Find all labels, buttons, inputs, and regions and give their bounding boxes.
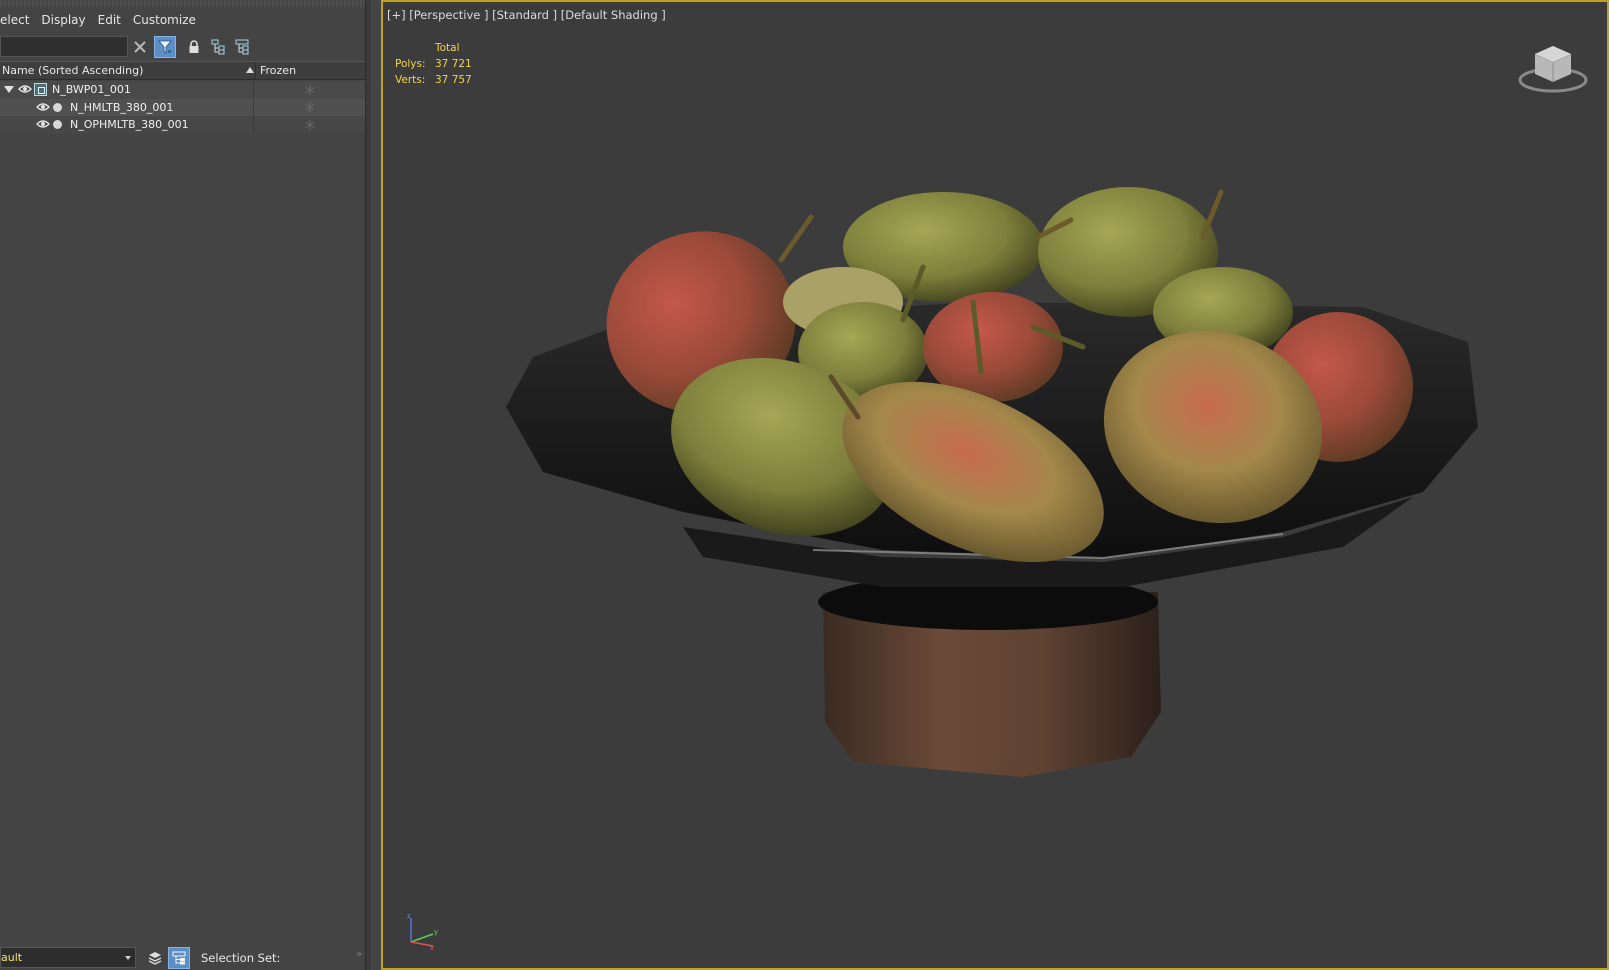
dependents-icon xyxy=(235,39,249,55)
perspective-viewport[interactable]: [+] [Perspective ] [Standard ] [Default … xyxy=(381,0,1609,970)
tree-item-label[interactable]: N_OPHMLTB_380_001 xyxy=(70,116,189,133)
snowflake-icon xyxy=(304,119,315,130)
pear-stem xyxy=(778,214,814,263)
frozen-toggle[interactable] xyxy=(253,98,365,116)
filter-button[interactable] xyxy=(154,36,176,58)
svg-text:y: y xyxy=(434,928,438,936)
polys-label: Polys: xyxy=(395,58,426,70)
tree-row-object[interactable]: N_HMLTB_380_001 xyxy=(0,98,371,116)
scene-statistics: Total Polys: 37 721 Verts: 37 757 xyxy=(395,40,472,88)
layers-icon xyxy=(148,952,162,965)
svg-text:z: z xyxy=(407,912,411,920)
group-icon xyxy=(34,83,47,96)
tree-item-label[interactable]: N_HMLTB_380_001 xyxy=(70,99,173,116)
snowflake-icon xyxy=(304,102,315,112)
viewport-label-menu[interactable]: [+] [Perspective ] [Standard ] [Default … xyxy=(387,8,666,22)
polys-value: 37 721 xyxy=(435,58,472,70)
chevron-down-icon xyxy=(125,956,131,960)
frozen-toggle[interactable] xyxy=(253,81,365,98)
search-input[interactable] xyxy=(0,36,128,57)
menu-select[interactable]: elect xyxy=(0,9,35,31)
display-dependents-button[interactable] xyxy=(231,36,253,58)
menu-edit[interactable]: Edit xyxy=(92,9,127,31)
scene-tree: N_BWP01_001 N_HMLTB_380_001 N_OPHMLTB_38… xyxy=(0,81,371,134)
explorer-toolbar xyxy=(0,34,371,60)
eye-icon[interactable] xyxy=(36,119,50,129)
explorer-bottom-bar: ault Selection Set: » xyxy=(0,945,365,970)
menu-customize[interactable]: Customize xyxy=(127,9,202,31)
eye-icon[interactable] xyxy=(18,84,32,94)
lock-button[interactable] xyxy=(183,36,205,58)
frozen-column-header[interactable]: Frozen xyxy=(255,62,371,80)
clear-search-button[interactable] xyxy=(129,36,151,58)
layer-dropdown-value: ault xyxy=(1,951,23,964)
display-children-button[interactable] xyxy=(207,36,229,58)
app-window: elect Display Edit Customize Name (Sorte… xyxy=(0,0,1609,970)
layer-dropdown[interactable]: ault xyxy=(0,947,136,968)
sort-by-hierarchy-button[interactable] xyxy=(168,947,190,969)
name-column-header[interactable]: Name (Sorted Ascending) xyxy=(2,62,143,80)
stats-header: Total xyxy=(435,42,460,54)
eye-icon[interactable] xyxy=(36,102,50,112)
panel-grip[interactable] xyxy=(0,0,371,7)
object-render-icon[interactable] xyxy=(53,120,62,129)
expand-triangle-icon[interactable] xyxy=(4,86,14,93)
scene-explorer-panel: elect Display Edit Customize Name (Sorte… xyxy=(0,0,371,970)
hierarchy-icon xyxy=(211,39,225,55)
selection-set-label: Selection Set: xyxy=(201,951,281,965)
svg-text:x: x xyxy=(430,944,434,952)
tree-row-object[interactable]: N_OPHMLTB_380_001 xyxy=(0,116,371,134)
tree-item-label[interactable]: N_BWP01_001 xyxy=(52,81,131,98)
verts-value: 37 757 xyxy=(435,74,472,86)
viewcube-icon[interactable] xyxy=(1517,38,1589,94)
lock-icon xyxy=(189,40,199,53)
panel-divider[interactable] xyxy=(365,0,371,970)
expand-chevron-icon[interactable]: » xyxy=(356,949,362,960)
frozen-toggle[interactable] xyxy=(253,116,365,133)
sort-ascending-icon xyxy=(246,67,254,73)
close-icon xyxy=(134,41,146,53)
tree-row-group[interactable]: N_BWP01_001 xyxy=(0,81,371,99)
hierarchy-icon xyxy=(172,951,186,965)
snowflake-icon xyxy=(304,84,315,95)
verts-label: Verts: xyxy=(395,74,426,86)
menu-display[interactable]: Display xyxy=(35,9,91,31)
filter-icon xyxy=(158,40,172,54)
axis-tripod-icon: z y x xyxy=(407,912,438,952)
explorer-menubar: elect Display Edit Customize xyxy=(0,9,371,31)
sort-by-layer-button[interactable] xyxy=(144,947,166,969)
pear-bowl-render xyxy=(506,187,1478,777)
column-header: Name (Sorted Ascending) Frozen xyxy=(0,61,371,80)
object-render-icon[interactable] xyxy=(53,102,62,112)
